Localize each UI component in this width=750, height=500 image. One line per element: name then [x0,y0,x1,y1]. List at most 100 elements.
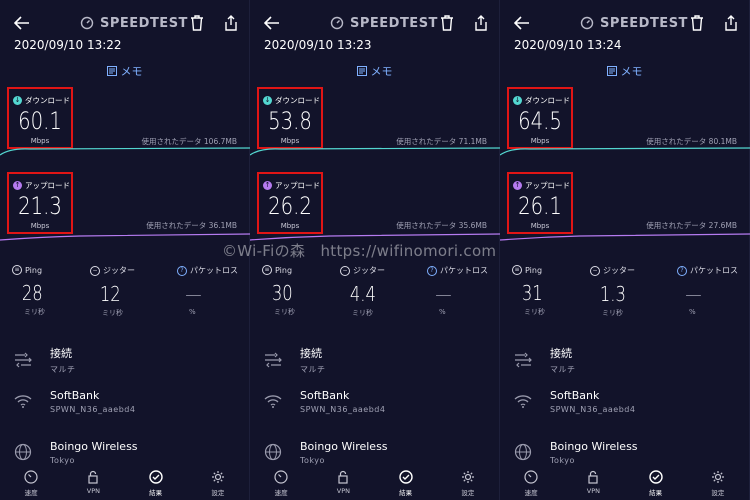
lock-icon [338,470,348,484]
trash-icon[interactable] [689,14,705,32]
network-name: SoftBank [550,388,600,402]
connections-icon [512,349,534,371]
ping-label: Ping [25,265,43,275]
ping-stat: ≡ Ping 30 ミリ秒 [262,265,332,317]
nav-results[interactable]: 結果 [386,466,426,500]
download-value: 53.8 [268,107,312,135]
back-arrow-icon[interactable] [10,11,34,35]
connection-row: 接続 マルチ [12,342,239,378]
wifi-icon [262,390,284,412]
memo-icon [356,66,367,76]
trash-icon[interactable] [439,14,455,32]
bottom-nav: 速度 VPN 結果 設定 [500,466,749,500]
provider-name: Boingo Wireless [50,439,138,453]
help-icon[interactable]: ? [427,265,437,276]
memo-button[interactable]: メモ [0,63,249,79]
back-arrow-icon[interactable] [260,11,284,35]
screenshot-collage: SPEEDTEST 2020/09/10 13:22 メモ ↓ ダウンロード 60… [0,0,750,500]
nav-speed[interactable]: 速度 [11,466,51,500]
nav-vpn[interactable]: VPN [573,466,613,500]
connection-title: 接続 [50,347,72,360]
result-panel: SPEEDTEST 2020/09/10 13:22 メモ ↓ ダウンロード 60… [0,0,250,500]
gear-icon [711,471,724,483]
connections-icon [262,349,284,371]
memo-button[interactable]: メモ [250,63,499,79]
upload-label: アップロード [25,181,70,190]
nav-results[interactable]: 結果 [636,466,676,500]
nav-label: VPN [586,487,600,495]
jitter-icon: − [340,265,350,276]
share-icon[interactable] [223,14,239,32]
speedometer-icon [24,470,38,484]
connection-row: 接続 マルチ [262,342,489,378]
connection-value: マルチ [50,365,76,374]
upload-arrow-icon: ↑ [263,181,272,190]
jitter-value: 12 [99,282,121,306]
packet-loss-stat[interactable]: ? パケットロス — % [177,265,247,316]
ping-unit: ミリ秒 [274,308,295,316]
jitter-label: ジッター [603,266,635,275]
nav-vpn[interactable]: VPN [73,466,113,500]
jitter-stat: − ジッター 1.3 ミリ秒 [590,265,660,318]
download-value: 64.5 [518,107,562,135]
memo-label: メモ [620,65,643,78]
jitter-value: 1.3 [599,282,626,306]
nav-label: VPN [336,487,350,495]
download-label: ダウンロード [525,96,570,105]
nav-label: 設定 [211,489,225,497]
network-row: SoftBank SPWN_N36_aaebd4 [512,383,739,419]
memo-button[interactable]: メモ [500,63,749,79]
connection-title: 接続 [550,347,572,360]
network-name: SoftBank [50,388,100,402]
packet-loss-value: — [185,282,202,306]
gear-icon [461,471,474,483]
nav-label: 設定 [461,489,475,497]
check-circle-icon [648,470,663,484]
test-date: 2020/09/10 13:22 [14,38,122,52]
nav-speed[interactable]: 速度 [261,466,301,500]
packet-loss-stat[interactable]: ? パケットロス — % [677,265,747,316]
ping-label: Ping [275,265,293,275]
nav-label: 速度 [524,489,538,497]
network-row: SoftBank SPWN_N36_aaebd4 [12,383,239,419]
ping-unit: ミリ秒 [24,308,45,316]
nav-label: VPN [86,487,100,495]
bottom-nav: 速度 VPN 結果 設定 [250,466,499,500]
wifi-icon [512,390,534,412]
globe-icon [262,441,284,463]
app-brand: SPEEDTEST [80,16,188,31]
packet-loss-stat[interactable]: ? パケットロス — % [427,265,497,316]
upload-value: 26.1 [518,192,562,220]
upload-arrow-icon: ↑ [513,181,522,190]
share-icon[interactable] [473,14,489,32]
nav-speed[interactable]: 速度 [511,466,551,500]
nav-settings[interactable]: 設定 [698,466,738,500]
share-icon[interactable] [723,14,739,32]
packet-loss-unit: % [439,308,446,316]
packet-loss-value: — [685,282,702,306]
upload-metric: ↑ アップロード 21.3 Mbps [7,172,73,234]
provider-location: Tokyo [300,455,325,465]
nav-vpn[interactable]: VPN [323,466,363,500]
speedometer-icon [330,16,344,30]
nav-settings[interactable]: 設定 [198,466,238,500]
download-value: 60.1 [18,107,62,135]
ping-value: 30 [271,281,293,305]
help-icon[interactable]: ? [177,265,187,276]
app-brand: SPEEDTEST [580,16,688,31]
nav-settings[interactable]: 設定 [448,466,488,500]
trash-icon[interactable] [189,14,205,32]
result-panel: SPEEDTEST 2020/09/10 13:24 メモ ↓ ダウンロード 64… [500,0,750,500]
upload-metric: ↑ アップロード 26.2 Mbps [257,172,323,234]
nav-results[interactable]: 結果 [136,466,176,500]
nav-label: 速度 [24,489,38,497]
nav-label: 結果 [649,489,663,497]
nav-label: 結果 [149,489,163,497]
ping-icon: ≡ [262,265,272,275]
help-icon[interactable]: ? [677,265,687,276]
test-date: 2020/09/10 13:23 [264,38,372,52]
network-detail: SPWN_N36_aaebd4 [300,404,386,414]
back-arrow-icon[interactable] [510,11,534,35]
top-bar: SPEEDTEST [260,10,489,36]
speedometer-icon [80,16,94,30]
